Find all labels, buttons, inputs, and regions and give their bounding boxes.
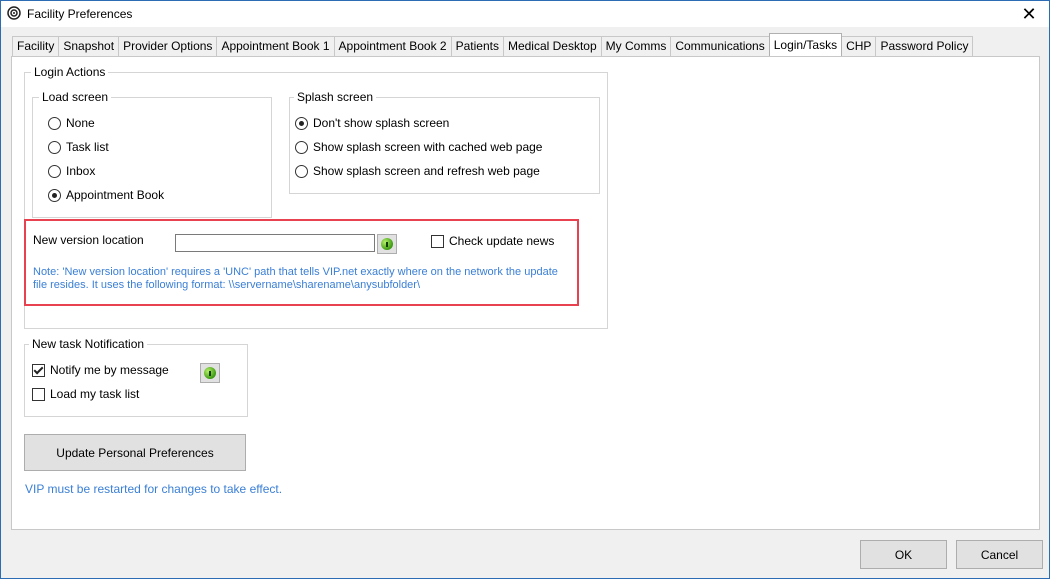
radio-label: Show splash screen with cached web page xyxy=(313,140,543,154)
tab-login-tasks[interactable]: Login/Tasks xyxy=(768,33,843,56)
notification-info-button[interactable] xyxy=(200,363,220,383)
splash-screen-group: Splash screen Don't show splash screen S… xyxy=(289,90,600,194)
login-actions-legend: Login Actions xyxy=(31,65,109,79)
load-screen-appointment-book-radio[interactable]: Appointment Book xyxy=(48,188,164,202)
tab-snapshot[interactable]: Snapshot xyxy=(58,36,120,56)
new-version-highlight-box xyxy=(24,219,579,306)
checkbox-indicator[interactable] xyxy=(32,387,45,401)
restart-note: VIP must be restarted for changes to tak… xyxy=(25,482,283,496)
radio-label: Don't show splash screen xyxy=(313,116,450,130)
cancel-button[interactable]: Cancel xyxy=(956,540,1043,569)
splash-dont-show-radio[interactable]: Don't show splash screen xyxy=(295,116,449,130)
app-icon xyxy=(7,6,21,20)
tab-appointment-book-1[interactable]: Appointment Book 1 xyxy=(216,36,335,56)
window-title: Facility Preferences xyxy=(27,7,133,21)
load-screen-group: Load screen None Task list Inbox Appoint… xyxy=(32,90,272,218)
checkbox-indicator[interactable] xyxy=(32,363,45,377)
radio-indicator[interactable] xyxy=(48,188,61,202)
radio-indicator[interactable] xyxy=(48,116,61,130)
load-screen-legend: Load screen xyxy=(39,90,112,104)
radio-label: None xyxy=(66,116,95,130)
radio-label: Task list xyxy=(66,140,109,154)
title-bar: Facility Preferences ✕ xyxy=(1,1,1049,27)
close-icon[interactable]: ✕ xyxy=(1009,1,1049,27)
info-icon xyxy=(204,367,216,379)
load-screen-task-list-radio[interactable]: Task list xyxy=(48,140,109,154)
load-screen-inbox-radio[interactable]: Inbox xyxy=(48,164,95,178)
radio-indicator[interactable] xyxy=(48,164,61,178)
splash-screen-legend: Splash screen xyxy=(294,90,377,104)
tab-medical-desktop[interactable]: Medical Desktop xyxy=(502,36,602,56)
tab-strip: Facility Snapshot Provider Options Appoi… xyxy=(12,33,974,57)
splash-refresh-radio[interactable]: Show splash screen and refresh web page xyxy=(295,164,540,178)
radio-label: Inbox xyxy=(66,164,96,178)
checkbox-label: Load my task list xyxy=(50,387,140,401)
facility-preferences-window: Facility Preferences ✕ Facility Snapshot… xyxy=(0,0,1050,579)
tab-patients[interactable]: Patients xyxy=(450,36,504,56)
radio-indicator[interactable] xyxy=(295,140,308,154)
radio-indicator[interactable] xyxy=(295,116,308,130)
ok-button[interactable]: OK xyxy=(860,540,947,569)
tab-communications[interactable]: Communications xyxy=(670,36,770,56)
update-personal-preferences-button[interactable]: Update Personal Preferences xyxy=(24,434,246,471)
radio-label: Appointment Book xyxy=(66,188,165,202)
tab-my-comms[interactable]: My Comms xyxy=(600,36,672,56)
splash-cached-radio[interactable]: Show splash screen with cached web page xyxy=(295,140,542,154)
load-screen-none-radio[interactable]: None xyxy=(48,116,95,130)
notify-by-message-checkbox[interactable]: Notify me by message xyxy=(32,363,169,377)
tab-appointment-book-2[interactable]: Appointment Book 2 xyxy=(333,36,452,56)
radio-indicator[interactable] xyxy=(295,164,308,178)
tab-facility[interactable]: Facility xyxy=(12,36,60,56)
new-task-notification-group: New task Notification Notify me by messa… xyxy=(24,337,248,417)
new-task-notification-legend: New task Notification xyxy=(29,337,148,351)
checkbox-label: Notify me by message xyxy=(50,363,169,377)
tab-password-policy[interactable]: Password Policy xyxy=(875,36,974,56)
radio-label: Show splash screen and refresh web page xyxy=(313,164,540,178)
load-task-list-checkbox[interactable]: Load my task list xyxy=(32,387,139,401)
tab-chp[interactable]: CHP xyxy=(841,36,877,56)
tab-provider-options[interactable]: Provider Options xyxy=(118,36,218,56)
radio-indicator[interactable] xyxy=(48,140,61,154)
